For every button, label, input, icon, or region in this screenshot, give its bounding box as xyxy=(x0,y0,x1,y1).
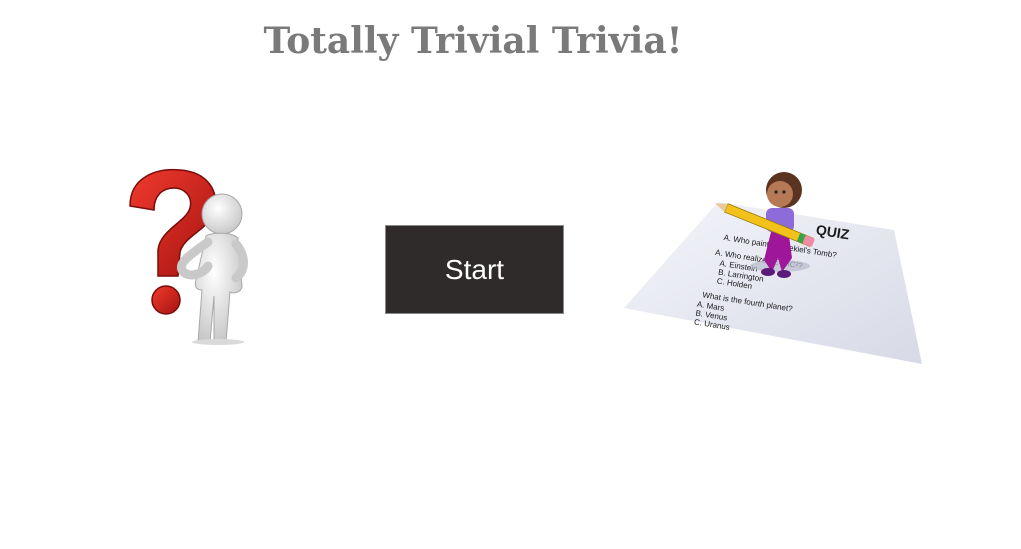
question-mark-figure-icon xyxy=(118,166,268,346)
quiz-girl-pencil-icon: QUIZ A. Who painted Ezekiel's Tomb? A. W… xyxy=(622,168,944,366)
page-title: Totally Trivial Trivia! xyxy=(263,20,683,62)
trivia-page: Totally Trivial Trivia! Start QUIZ A. Wh… xyxy=(0,0,1021,549)
start-button[interactable]: Start xyxy=(385,225,564,314)
